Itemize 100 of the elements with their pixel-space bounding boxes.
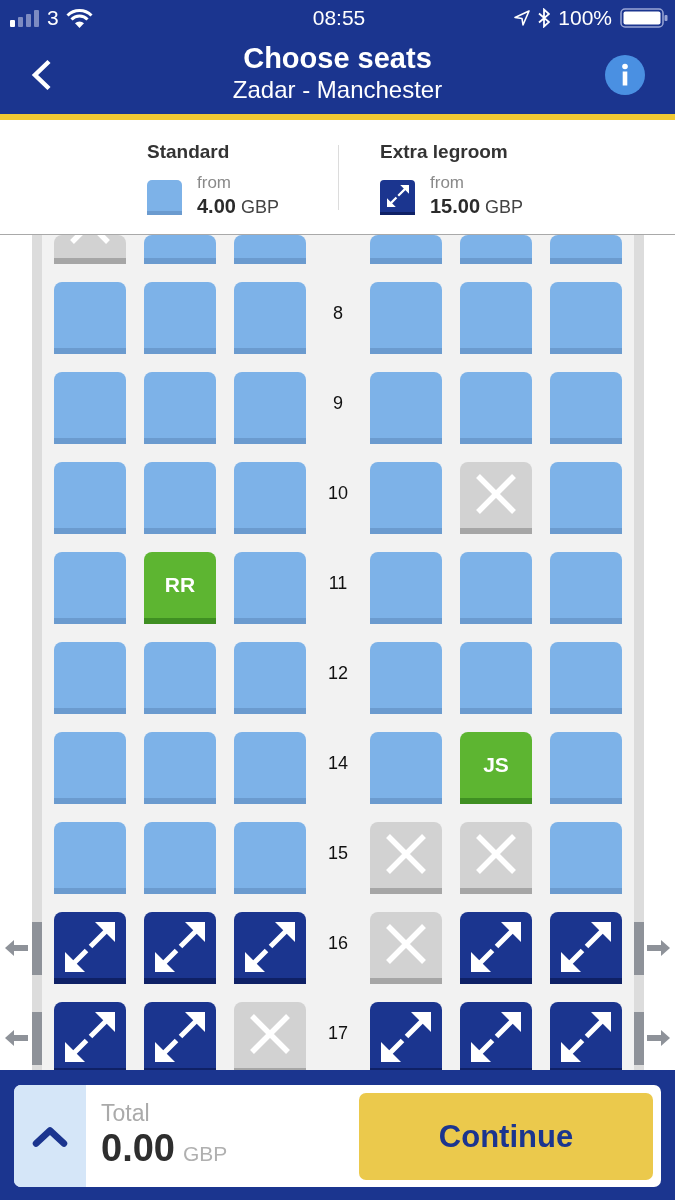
standard-seat[interactable] bbox=[234, 552, 306, 624]
standard-seat[interactable] bbox=[370, 282, 442, 354]
route-subtitle: Zadar - Manchester bbox=[232, 75, 443, 105]
standard-seat[interactable] bbox=[144, 462, 216, 534]
legend-label: Extra legroom bbox=[380, 140, 508, 164]
x-icon bbox=[68, 235, 112, 246]
extra-legroom-seat-icon bbox=[380, 180, 415, 215]
row-number: 8 bbox=[333, 303, 343, 323]
extra-legroom-seat[interactable] bbox=[460, 912, 532, 984]
assigned-seat[interactable]: JS bbox=[460, 732, 532, 804]
standard-seat[interactable] bbox=[550, 642, 622, 714]
double-arrow-icon bbox=[471, 1012, 521, 1062]
standard-seat[interactable] bbox=[144, 235, 216, 264]
standard-seat[interactable] bbox=[54, 642, 126, 714]
extra-legroom-seat[interactable] bbox=[144, 1002, 216, 1070]
standard-seat[interactable] bbox=[370, 462, 442, 534]
left-arrow-icon bbox=[5, 940, 28, 956]
standard-seat[interactable] bbox=[370, 642, 442, 714]
total-amount: 0.00 bbox=[101, 1126, 175, 1170]
double-arrow-icon bbox=[155, 922, 205, 972]
row-number: 11 bbox=[328, 573, 348, 593]
left-arrow-icon bbox=[5, 1030, 28, 1046]
currency-label: GBP bbox=[240, 196, 279, 219]
standard-seat[interactable] bbox=[144, 732, 216, 804]
standard-seat[interactable] bbox=[144, 372, 216, 444]
standard-seat[interactable] bbox=[54, 732, 126, 804]
standard-seat[interactable] bbox=[550, 282, 622, 354]
standard-seat[interactable] bbox=[54, 552, 126, 624]
standard-seat[interactable] bbox=[460, 642, 532, 714]
from-label: from bbox=[430, 172, 464, 194]
standard-seat[interactable] bbox=[54, 822, 126, 894]
standard-seat[interactable] bbox=[460, 235, 532, 264]
battery-icon bbox=[620, 8, 668, 28]
info-icon[interactable] bbox=[605, 55, 645, 95]
standard-seat[interactable] bbox=[54, 282, 126, 354]
double-arrow-icon bbox=[155, 1012, 205, 1062]
extra-legroom-seat[interactable] bbox=[234, 912, 306, 984]
extra-legroom-seat[interactable] bbox=[370, 1002, 442, 1070]
standard-seat[interactable] bbox=[234, 642, 306, 714]
x-icon bbox=[384, 832, 428, 876]
x-icon bbox=[474, 472, 518, 516]
extra-legroom-seat[interactable] bbox=[550, 912, 622, 984]
double-arrow-icon bbox=[561, 1012, 611, 1062]
row-number: 15 bbox=[328, 843, 348, 863]
standard-seat[interactable] bbox=[460, 372, 532, 444]
currency-label: GBP bbox=[182, 1142, 228, 1166]
standard-seat[interactable] bbox=[550, 462, 622, 534]
standard-seat[interactable] bbox=[234, 462, 306, 534]
bluetooth-icon bbox=[538, 8, 551, 28]
legend-label: Standard bbox=[147, 140, 230, 164]
double-arrow-icon bbox=[381, 1012, 431, 1062]
standard-seat[interactable] bbox=[54, 372, 126, 444]
back-icon[interactable] bbox=[30, 59, 52, 91]
standard-seat[interactable] bbox=[234, 235, 306, 264]
from-label: from bbox=[197, 172, 231, 194]
extra-legroom-seat[interactable] bbox=[460, 1002, 532, 1070]
double-arrow-icon bbox=[245, 922, 295, 972]
standard-seat[interactable] bbox=[54, 462, 126, 534]
row-number: 9 bbox=[333, 393, 343, 413]
extra-legroom-seat[interactable] bbox=[550, 1002, 622, 1070]
standard-seat[interactable] bbox=[370, 235, 442, 264]
extra-legroom-seat[interactable] bbox=[54, 912, 126, 984]
standard-seat[interactable] bbox=[370, 552, 442, 624]
assigned-seat[interactable]: RR bbox=[144, 552, 216, 624]
standard-seat[interactable] bbox=[234, 822, 306, 894]
double-arrow-icon bbox=[561, 922, 611, 972]
standard-seat[interactable] bbox=[460, 282, 532, 354]
standard-seat[interactable] bbox=[234, 732, 306, 804]
standard-seat[interactable] bbox=[370, 732, 442, 804]
row-number: 14 bbox=[328, 753, 348, 773]
standard-seat[interactable] bbox=[144, 642, 216, 714]
extra-legroom-seat[interactable] bbox=[54, 1002, 126, 1070]
extra-legroom-seat[interactable] bbox=[144, 912, 216, 984]
standard-seat[interactable] bbox=[550, 235, 622, 264]
total-label: Total bbox=[101, 1100, 150, 1126]
standard-seat[interactable] bbox=[550, 372, 622, 444]
standard-seat[interactable] bbox=[234, 282, 306, 354]
chevron-up-icon bbox=[32, 1125, 68, 1147]
wifi-icon bbox=[65, 8, 93, 28]
carrier-label: 3 bbox=[47, 6, 59, 30]
location-arrow-icon bbox=[514, 10, 531, 26]
standard-seat[interactable] bbox=[144, 282, 216, 354]
row-number: 16 bbox=[328, 933, 348, 953]
standard-seat[interactable] bbox=[370, 372, 442, 444]
price-amount: 15.00 bbox=[430, 194, 481, 218]
page-title: Choose seats bbox=[243, 41, 432, 75]
continue-button[interactable]: Continue bbox=[359, 1093, 653, 1180]
row-number: 17 bbox=[328, 1023, 348, 1043]
standard-seat[interactable] bbox=[460, 552, 532, 624]
row-number: 12 bbox=[328, 663, 348, 683]
right-arrow-icon bbox=[647, 940, 670, 956]
standard-seat[interactable] bbox=[550, 732, 622, 804]
right-arrow-icon bbox=[647, 1030, 670, 1046]
standard-seat[interactable] bbox=[550, 552, 622, 624]
expand-button[interactable] bbox=[14, 1085, 86, 1187]
clock-time: 08:55 bbox=[312, 6, 366, 30]
standard-seat[interactable] bbox=[550, 822, 622, 894]
standard-seat[interactable] bbox=[144, 822, 216, 894]
signal-icon bbox=[10, 9, 40, 27]
standard-seat[interactable] bbox=[234, 372, 306, 444]
